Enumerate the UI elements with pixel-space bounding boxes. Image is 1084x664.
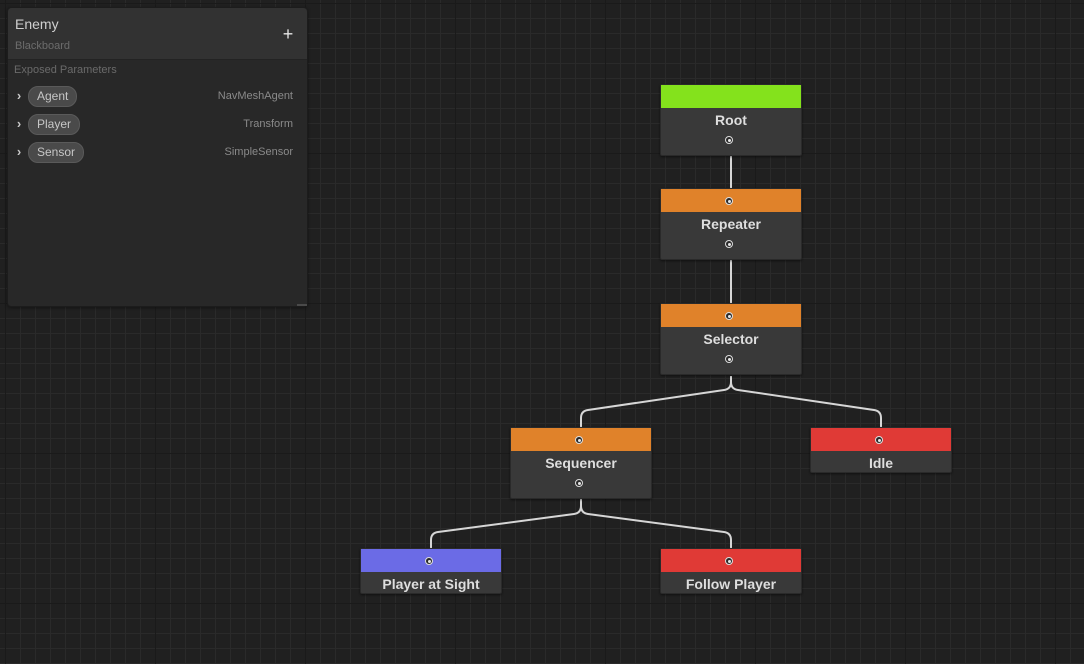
input-port-icon[interactable] — [875, 436, 883, 444]
output-port-icon[interactable] — [725, 355, 733, 363]
parameter-row-agent[interactable]: › Agent NavMeshAgent — [8, 85, 307, 109]
node-label: Player at Sight — [382, 576, 480, 592]
node-label: Root — [715, 112, 747, 128]
parameter-name-pill[interactable]: Player — [28, 114, 81, 135]
parameter-name-pill[interactable]: Sensor — [28, 142, 85, 163]
node-label: Selector — [703, 331, 759, 347]
parameter-row-player[interactable]: › Player Transform — [8, 113, 307, 137]
node-repeater[interactable]: Repeater — [660, 188, 802, 260]
node-label: Repeater — [701, 216, 761, 232]
output-port-icon[interactable] — [725, 136, 733, 144]
node-header — [511, 428, 651, 451]
output-port-area — [661, 130, 801, 152]
chevron-right-icon[interactable]: › — [14, 116, 24, 132]
output-port-area — [511, 473, 651, 495]
parameter-type: Transform — [243, 118, 293, 130]
edge-selector-idle — [730, 376, 882, 427]
output-port-icon[interactable] — [725, 240, 733, 248]
plus-icon[interactable]: + — [279, 25, 297, 43]
input-port-icon[interactable] — [725, 197, 733, 205]
node-header — [661, 549, 801, 572]
input-port-icon[interactable] — [725, 557, 733, 565]
parameter-type: NavMeshAgent — [217, 90, 293, 102]
blackboard-title: Enemy — [15, 16, 59, 32]
parameter-name-pill[interactable]: Agent — [28, 86, 78, 107]
node-label: Follow Player — [685, 576, 777, 592]
input-port-icon[interactable] — [575, 436, 583, 444]
node-follow-player[interactable]: Follow Player — [660, 548, 802, 594]
node-selector[interactable]: Selector — [660, 303, 802, 375]
input-port-icon[interactable] — [725, 312, 733, 320]
output-port-area — [661, 234, 801, 256]
node-header — [661, 85, 801, 108]
blackboard-subtitle: Blackboard — [15, 40, 71, 52]
node-root[interactable]: Root — [660, 84, 802, 156]
parameter-type: SimpleSensor — [224, 146, 293, 158]
node-label: Idle — [868, 455, 894, 471]
node-label: Sequencer — [545, 455, 617, 471]
node-header — [661, 189, 801, 212]
edge-selector-sequencer — [580, 376, 732, 427]
blackboard-header: Enemy Blackboard + — [8, 8, 307, 60]
chevron-right-icon[interactable]: › — [14, 144, 24, 160]
edge-sequencer-player-at-sight — [430, 499, 582, 548]
chevron-right-icon[interactable]: › — [14, 88, 24, 104]
exposed-parameters-label: Exposed Parameters — [14, 64, 117, 76]
blackboard-panel[interactable]: Enemy Blackboard + Exposed Parameters › … — [7, 7, 308, 307]
node-header — [661, 304, 801, 327]
graph-canvas[interactable]: Enemy Blackboard + Exposed Parameters › … — [0, 0, 1084, 664]
edge-sequencer-follow-player — [580, 499, 732, 548]
node-sequencer[interactable]: Sequencer — [510, 427, 652, 499]
node-header — [361, 549, 501, 572]
input-port-icon[interactable] — [425, 557, 433, 565]
output-port-area — [661, 349, 801, 371]
node-player-at-sight[interactable]: Player at Sight — [360, 548, 502, 594]
resize-handle[interactable] — [297, 304, 307, 306]
parameter-row-sensor[interactable]: › Sensor SimpleSensor — [8, 141, 307, 165]
node-idle[interactable]: Idle — [810, 427, 952, 473]
node-header — [811, 428, 951, 451]
output-port-icon[interactable] — [575, 479, 583, 487]
